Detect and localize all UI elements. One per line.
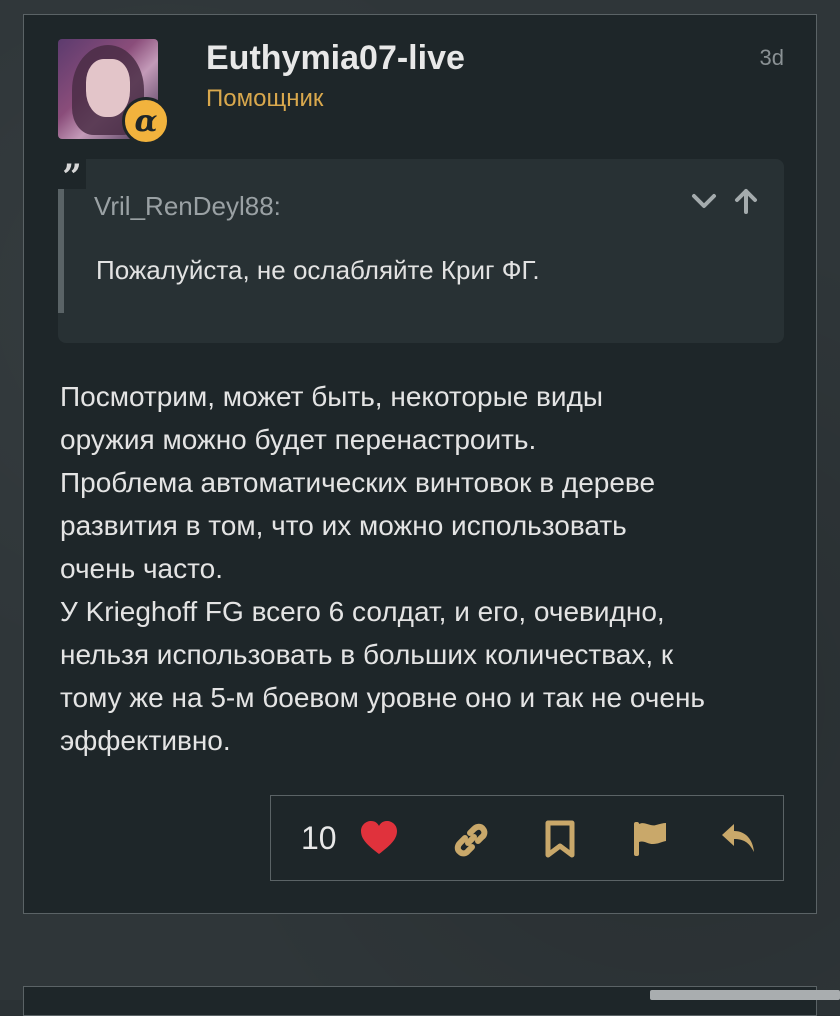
heart-icon[interactable] <box>359 820 399 861</box>
like-count[interactable]: 10 <box>301 820 337 857</box>
body-line: оружия можно будет перенастроить. <box>60 424 537 455</box>
quote-text: Пожалуйста, не ослабляйте Криг ФГ. <box>96 255 540 285</box>
forum-post: α Euthymia07-live Помощник 3d ” Vril_Ren… <box>23 14 817 914</box>
avatar-face <box>86 59 130 117</box>
body-line: Посмотрим, может быть, некоторые виды <box>60 381 604 412</box>
body-line: нельзя использовать в больших количества… <box>60 639 674 670</box>
quote-author[interactable]: Vril_RenDeyl88: <box>94 191 281 222</box>
bookmark-icon[interactable] <box>543 820 577 863</box>
body-line: У Krieghoff FG всего 6 солдат, и его, оч… <box>60 596 665 627</box>
link-icon[interactable] <box>451 820 491 865</box>
quote-icon: ” <box>58 159 86 195</box>
scrollbar[interactable] <box>650 990 840 1000</box>
quote-bar <box>58 189 64 313</box>
chevron-down-icon[interactable] <box>690 187 718 215</box>
post-actions: 10 <box>270 795 784 881</box>
avatar[interactable]: α <box>58 39 170 145</box>
post-body: Посмотрим, может быть, некоторые виды ор… <box>60 375 800 762</box>
body-line: Проблема автоматических винтовок в дерев… <box>60 467 656 498</box>
reply-icon[interactable] <box>719 820 759 861</box>
username[interactable]: Euthymia07-live <box>206 39 465 78</box>
quote-controls <box>690 187 760 215</box>
alpha-badge-icon[interactable]: α <box>122 97 170 145</box>
body-line: тому же на 5-м боевом уровне оно и так н… <box>60 682 706 713</box>
user-title: Помощник <box>206 85 324 112</box>
post-date[interactable]: 3d <box>760 45 784 71</box>
body-line: эффективно. <box>60 725 231 756</box>
body-line: очень часто. <box>60 553 223 584</box>
body-line: развития в том, что их можно использоват… <box>60 510 627 541</box>
flag-icon[interactable] <box>631 820 669 863</box>
arrow-up-icon[interactable] <box>732 187 760 215</box>
quote-block: ” Vril_RenDeyl88: Пожалуйста, не ослабля… <box>58 159 784 343</box>
